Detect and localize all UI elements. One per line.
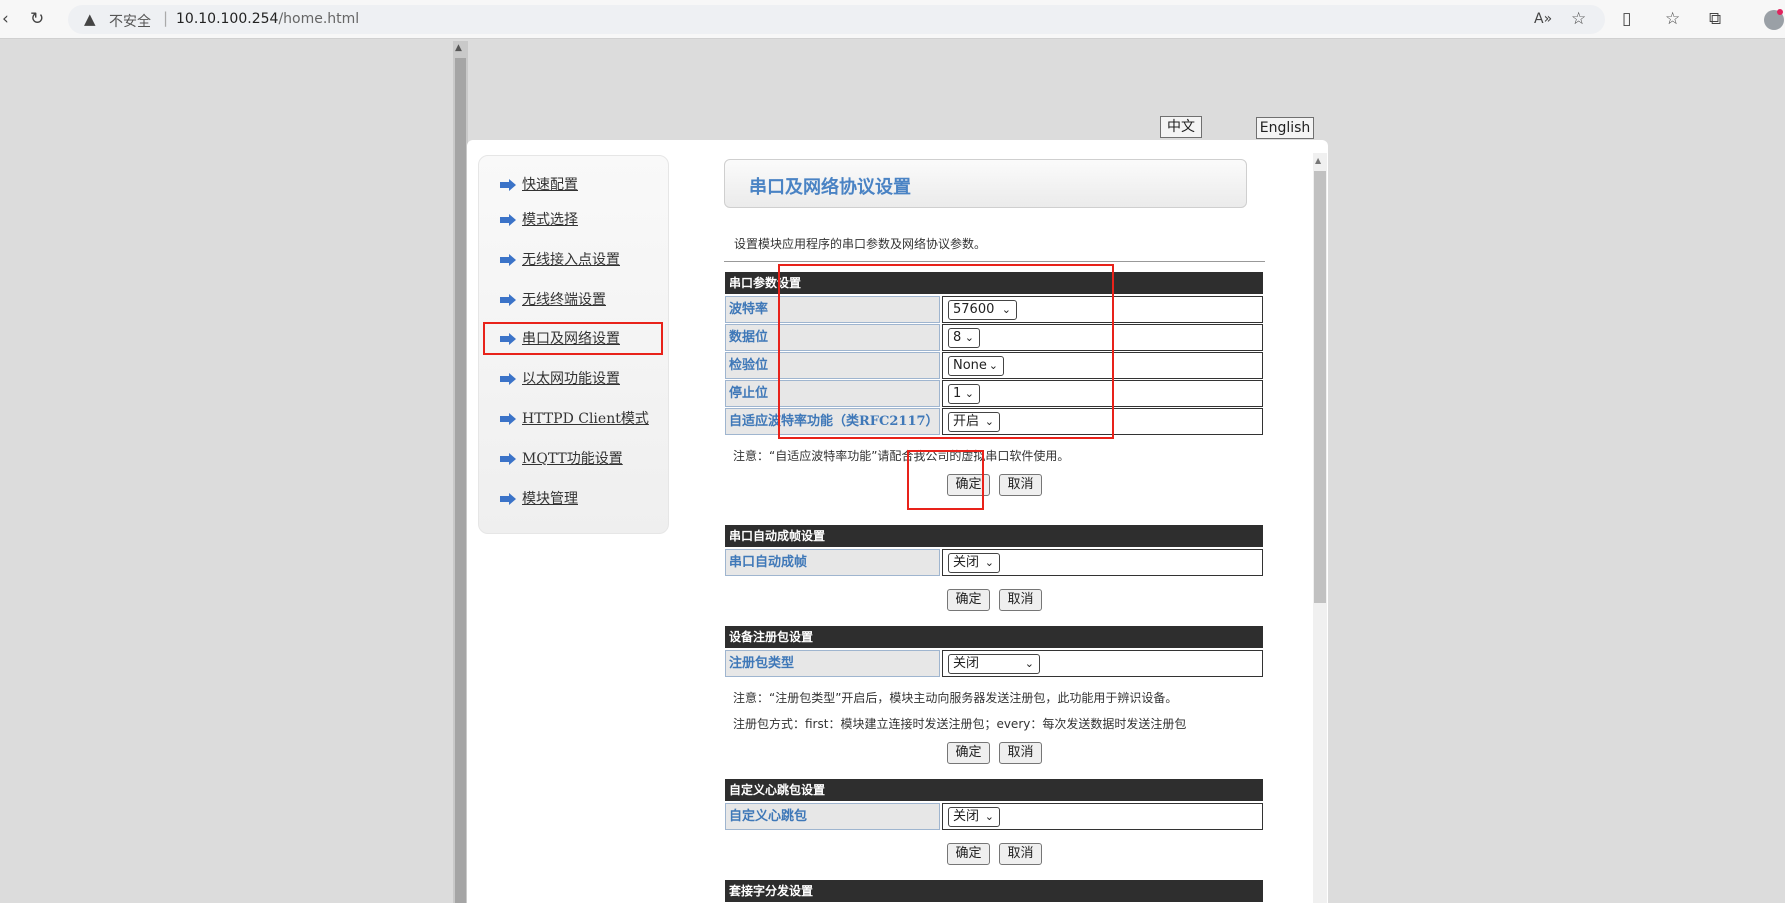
arrow-right-icon	[500, 453, 516, 465]
sidebar-item-label: 无线接入点设置	[522, 252, 620, 268]
arrow-right-icon	[500, 413, 516, 425]
sidebar-item-label: 快速配置	[522, 177, 578, 193]
arrow-right-icon	[500, 294, 516, 306]
register-type-value: 关闭	[953, 656, 980, 671]
arrow-right-icon	[500, 254, 516, 266]
address-bar[interactable]: ▲ 不安全 | 10.10.100.254/home.html A» ☆	[68, 5, 1605, 34]
favorite-add-icon[interactable]: ☆	[1571, 9, 1586, 29]
heartbeat-select[interactable]: 关闭 ⌄	[948, 807, 1000, 827]
serial-cancel-button[interactable]: 取消	[999, 474, 1042, 496]
insecure-label: 不安全	[109, 14, 151, 30]
register-type-row: 注册包类型 关闭 ⌄	[725, 650, 1263, 677]
page-title-box: 串口及网络协议设置	[724, 159, 1247, 208]
page-scrollbar-thumb[interactable]	[455, 58, 466, 903]
heartbeat-confirm-button[interactable]: 确定	[947, 843, 990, 865]
arrow-right-icon	[500, 179, 516, 191]
english-language-button[interactable]: English	[1256, 117, 1314, 139]
sidebar-item-label: 模式选择	[522, 212, 578, 228]
favorites-icon[interactable]: ☆	[1665, 9, 1680, 29]
sidebar-item-label: 以太网功能设置	[522, 371, 620, 387]
chevron-down-icon: ⌄	[984, 810, 994, 823]
autoframe-confirm-button[interactable]: 确定	[947, 589, 990, 611]
register-mode-note: 注册包方式：first：模块建立连接时发送注册包；every：每次发送数据时发送…	[733, 717, 1187, 731]
chevron-down-icon: ⌄	[1024, 657, 1034, 670]
autoframe-cell: 关闭 ⌄	[942, 549, 1263, 576]
register-section-header: 设备注册包设置	[725, 626, 1263, 648]
collections-icon[interactable]: ⧉	[1709, 9, 1721, 29]
register-confirm-button[interactable]: 确定	[947, 742, 990, 764]
address-separator: |	[163, 9, 169, 27]
heartbeat-cell: 关闭 ⌄	[942, 803, 1263, 830]
autoframe-value: 关闭	[953, 555, 980, 570]
heartbeat-row: 自定义心跳包 关闭 ⌄	[725, 803, 1263, 830]
frame-scrollbar-thumb[interactable]	[1314, 171, 1326, 603]
chinese-language-button[interactable]: 中文	[1160, 116, 1202, 138]
auto-baud-note: 注意：“自适应波特率功能”请配合我公司的虚拟串口软件使用。	[733, 449, 1070, 463]
socket-section-header: 套接字分发设置	[725, 880, 1263, 902]
arrow-right-icon	[500, 373, 516, 385]
register-type-label: 注册包类型	[725, 650, 940, 677]
heartbeat-value: 关闭	[953, 809, 980, 824]
chevron-down-icon: ⌄	[984, 556, 994, 569]
url-host: 10.10.100.254	[176, 11, 279, 27]
register-note: 注意：“注册包类型”开启后，模块主动向服务器发送注册包，此功能用于辨识设备。	[733, 691, 1178, 705]
register-type-cell: 关闭 ⌄	[942, 650, 1263, 677]
warning-icon[interactable]: ▲	[84, 10, 96, 28]
back-arrow-icon[interactable]: ‹	[2, 9, 9, 29]
autoframe-row: 串口自动成帧 关闭 ⌄	[725, 549, 1263, 576]
sidebar-item-label: MQTT功能设置	[522, 451, 623, 467]
autoframe-select[interactable]: 关闭 ⌄	[948, 553, 1000, 573]
register-type-select[interactable]: 关闭 ⌄	[948, 654, 1040, 674]
autoframe-label: 串口自动成帧	[725, 549, 940, 576]
scroll-up-arrow-icon[interactable]: ▲	[455, 43, 462, 53]
frame-scroll-up-icon[interactable]: ▲	[1315, 156, 1321, 165]
url-path: /home.html	[278, 11, 360, 27]
page-title: 串口及网络协议设置	[749, 177, 911, 198]
heartbeat-cancel-button[interactable]: 取消	[999, 843, 1042, 865]
read-aloud-icon[interactable]: A»	[1534, 9, 1552, 29]
arrow-right-icon	[500, 493, 516, 505]
sidebar-item-label: HTTPD Client模式	[522, 411, 649, 427]
highlight-confirm-box	[907, 450, 984, 510]
page-scrollbar[interactable]: ▲	[453, 41, 468, 903]
arrow-right-icon	[500, 214, 516, 226]
autoframe-section-header: 串口自动成帧设置	[725, 525, 1263, 547]
highlight-sidebar-box	[483, 322, 663, 355]
browser-toolbar: ‹ ↻ ▲ 不安全 | 10.10.100.254/home.html A» ☆…	[0, 0, 1785, 39]
divider	[724, 261, 1265, 262]
heartbeat-label: 自定义心跳包	[725, 803, 940, 830]
notification-badge	[1777, 9, 1783, 15]
reload-icon[interactable]: ↻	[30, 9, 44, 29]
split-screen-icon[interactable]: ▯	[1622, 9, 1631, 29]
page-description: 设置模块应用程序的串口参数及网络协议参数。	[734, 237, 987, 251]
frame-scrollbar[interactable]: ▲	[1313, 153, 1327, 903]
sidebar-item-label: 模块管理	[522, 491, 578, 507]
autoframe-cancel-button[interactable]: 取消	[999, 589, 1042, 611]
url-text[interactable]: 10.10.100.254/home.html	[176, 11, 359, 27]
heartbeat-section-header: 自定义心跳包设置	[725, 779, 1263, 801]
register-cancel-button[interactable]: 取消	[999, 742, 1042, 764]
highlight-serial-params-box	[778, 264, 1114, 439]
sidebar-item-label: 无线终端设置	[522, 292, 606, 308]
